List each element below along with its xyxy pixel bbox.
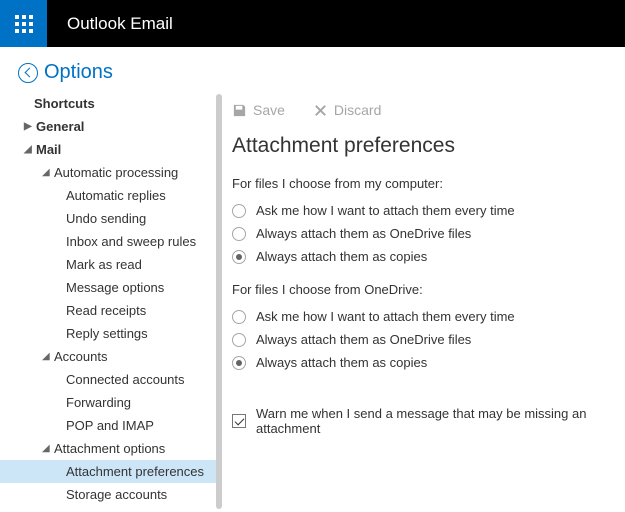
- radio-icon: [232, 204, 246, 218]
- discard-icon: [313, 103, 328, 118]
- sidebar-item-message-options[interactable]: Message options: [24, 276, 224, 299]
- caret-down-icon: ◢: [42, 167, 52, 178]
- radio-onedrive-copies[interactable]: Always attach them as copies: [232, 351, 607, 374]
- main-panel: Save Discard Attachment preferences For …: [224, 92, 625, 511]
- sidebar-item-attachment-options[interactable]: ◢Attachment options: [24, 437, 224, 460]
- content-layout: Shortcuts ▶General ◢Mail ◢Automatic proc…: [0, 92, 625, 511]
- radio-icon: [232, 310, 246, 324]
- scrollbar[interactable]: [216, 94, 222, 509]
- app-header: Outlook Email: [0, 0, 625, 47]
- sidebar-item-accounts[interactable]: ◢Accounts: [24, 345, 224, 368]
- radio-onedrive-onedrive[interactable]: Always attach them as OneDrive files: [232, 328, 607, 351]
- options-sidebar: Shortcuts ▶General ◢Mail ◢Automatic proc…: [0, 92, 224, 511]
- sidebar-item-mail[interactable]: ◢Mail: [24, 138, 224, 161]
- sidebar-item-undo-sending[interactable]: Undo sending: [24, 207, 224, 230]
- discard-button[interactable]: Discard: [313, 102, 381, 118]
- radio-computer-onedrive[interactable]: Always attach them as OneDrive files: [232, 222, 607, 245]
- sidebar-item-connected-accounts[interactable]: Connected accounts: [24, 368, 224, 391]
- options-label: Options: [44, 61, 113, 84]
- sidebar-item-attachment-preferences[interactable]: Attachment preferences: [0, 460, 216, 483]
- computer-files-label: For files I choose from my computer:: [232, 176, 607, 191]
- sidebar-item-general[interactable]: ▶General: [24, 115, 224, 138]
- sidebar-item-automatic-processing[interactable]: ◢Automatic processing: [24, 161, 224, 184]
- app-launcher-button[interactable]: [0, 0, 47, 47]
- sidebar-item-mark-as-read[interactable]: Mark as read: [24, 253, 224, 276]
- caret-down-icon: ◢: [42, 351, 52, 362]
- sidebar-item-reply-settings[interactable]: Reply settings: [24, 322, 224, 345]
- radio-computer-ask[interactable]: Ask me how I want to attach them every t…: [232, 199, 607, 222]
- sidebar-item-inbox-sweep[interactable]: Inbox and sweep rules: [24, 230, 224, 253]
- options-bar: Options: [0, 47, 625, 92]
- radio-computer-copies[interactable]: Always attach them as copies: [232, 245, 607, 268]
- sidebar-item-storage-accounts[interactable]: Storage accounts: [24, 483, 224, 506]
- waffle-icon: [14, 14, 34, 34]
- radio-icon: [232, 227, 246, 241]
- radio-icon: [232, 356, 246, 370]
- sidebar-item-pop-imap[interactable]: POP and IMAP: [24, 414, 224, 437]
- caret-down-icon: ◢: [42, 443, 52, 454]
- sidebar-item-read-receipts[interactable]: Read receipts: [24, 299, 224, 322]
- radio-onedrive-ask[interactable]: Ask me how I want to attach them every t…: [232, 305, 607, 328]
- caret-down-icon: ◢: [24, 144, 34, 155]
- sidebar-item-forwarding[interactable]: Forwarding: [24, 391, 224, 414]
- onedrive-files-label: For files I choose from OneDrive:: [232, 282, 607, 297]
- save-button[interactable]: Save: [232, 102, 285, 118]
- sidebar-item-automatic-replies[interactable]: Automatic replies: [24, 184, 224, 207]
- radio-icon: [232, 333, 246, 347]
- app-title: Outlook Email: [67, 14, 173, 34]
- checkbox-icon: [232, 414, 246, 428]
- toolbar: Save Discard: [232, 92, 607, 134]
- back-arrow-icon: [18, 63, 38, 83]
- save-icon: [232, 103, 247, 118]
- options-back-link[interactable]: Options: [18, 61, 113, 84]
- sidebar-item-shortcuts[interactable]: Shortcuts: [24, 92, 224, 115]
- page-title: Attachment preferences: [232, 134, 607, 158]
- radio-icon: [232, 250, 246, 264]
- caret-right-icon: ▶: [24, 121, 34, 132]
- checkbox-warn-missing-attachment[interactable]: Warn me when I send a message that may b…: [232, 402, 607, 440]
- computer-files-group: For files I choose from my computer: Ask…: [232, 176, 607, 268]
- onedrive-files-group: For files I choose from OneDrive: Ask me…: [232, 282, 607, 374]
